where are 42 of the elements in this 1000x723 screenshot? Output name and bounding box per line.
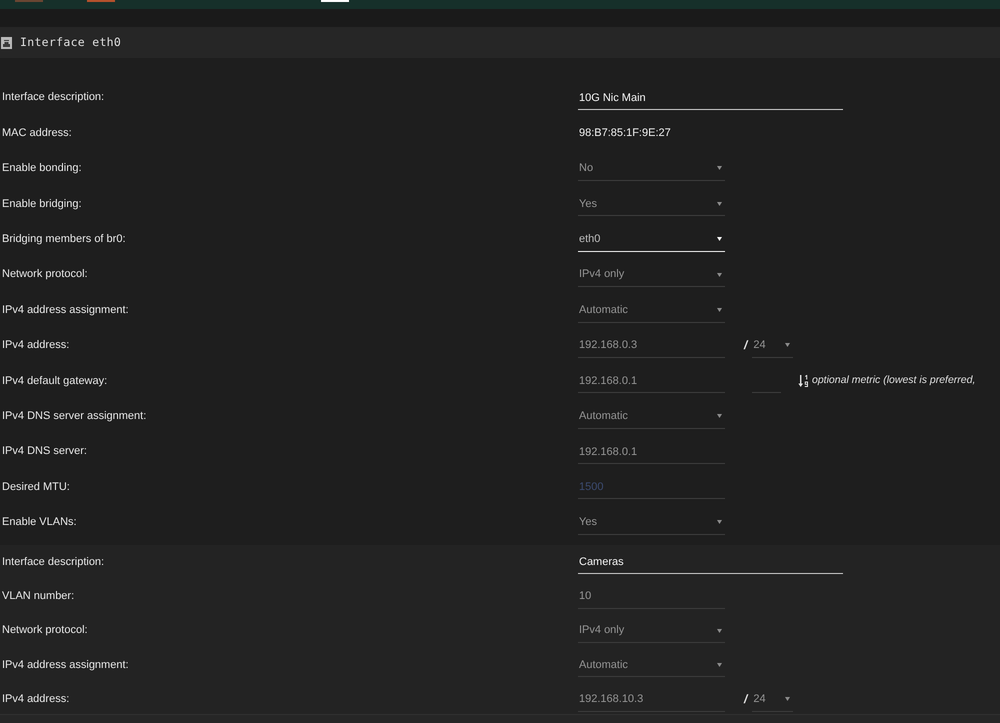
text-field[interactable]: Cameras: [578, 549, 843, 574]
field-label: IPv4 DNS server:: [1, 444, 88, 460]
field-label: Network protocol:: [1, 267, 89, 282]
header-tab-edge[interactable]: [87, 0, 115, 2]
separator-text: /: [744, 337, 748, 354]
field-label: IPv4 address:: [1, 692, 70, 708]
header-tab-edge[interactable]: [321, 0, 349, 2]
field-label: Bridging members of br0:: [1, 232, 126, 247]
dropdown-arrow-icon: [717, 414, 722, 418]
field-label: MAC address:: [1, 126, 73, 141]
numeric-sort-icon: [798, 374, 809, 387]
dropdown-arrow-icon: [717, 628, 722, 633]
separator-text: /: [744, 691, 748, 708]
select-field[interactable]: eth0: [578, 226, 725, 252]
network-port-icon: [1, 36, 12, 48]
field-label: Interface description:: [1, 90, 106, 106]
field-value: 98:B7:85:1F:9E:27: [578, 126, 671, 141]
dropdown-arrow-icon: [717, 308, 722, 312]
dropdown-arrow-icon: [717, 237, 722, 242]
header-tab-edge[interactable]: [15, 0, 43, 2]
field-label: Network protocol:: [1, 623, 89, 638]
field-label: Desired MTU:: [1, 480, 71, 495]
dropdown-arrow-icon: [717, 202, 722, 206]
field-label: Enable VLANs:: [1, 515, 78, 530]
dropdown-arrow-icon: [785, 343, 790, 348]
field-label: Enable bonding:: [1, 161, 83, 176]
field-label: Enable bridging:: [1, 196, 83, 212]
field-label: IPv4 address assignment:: [1, 658, 130, 673]
field-label: VLAN number:: [1, 588, 76, 604]
dropdown-arrow-icon: [785, 697, 790, 702]
dropdown-arrow-icon: [717, 520, 722, 524]
field-label: IPv4 default gateway:: [1, 374, 108, 389]
panel-title: Interface eth0: [20, 34, 122, 51]
dropdown-arrow-icon: [717, 662, 722, 667]
dropdown-arrow-icon: [717, 272, 722, 277]
metric-hint: optional metric (lowest is preferred,: [812, 372, 976, 388]
field-label: Interface description:: [1, 554, 106, 570]
field-label: IPv4 DNS server assignment:: [1, 408, 148, 424]
text-field[interactable]: 10G Nic Main: [578, 85, 843, 110]
field-label: IPv4 address:: [1, 338, 70, 354]
dropdown-arrow-icon: [717, 166, 722, 170]
field-label: IPv4 address assignment:: [1, 302, 130, 318]
